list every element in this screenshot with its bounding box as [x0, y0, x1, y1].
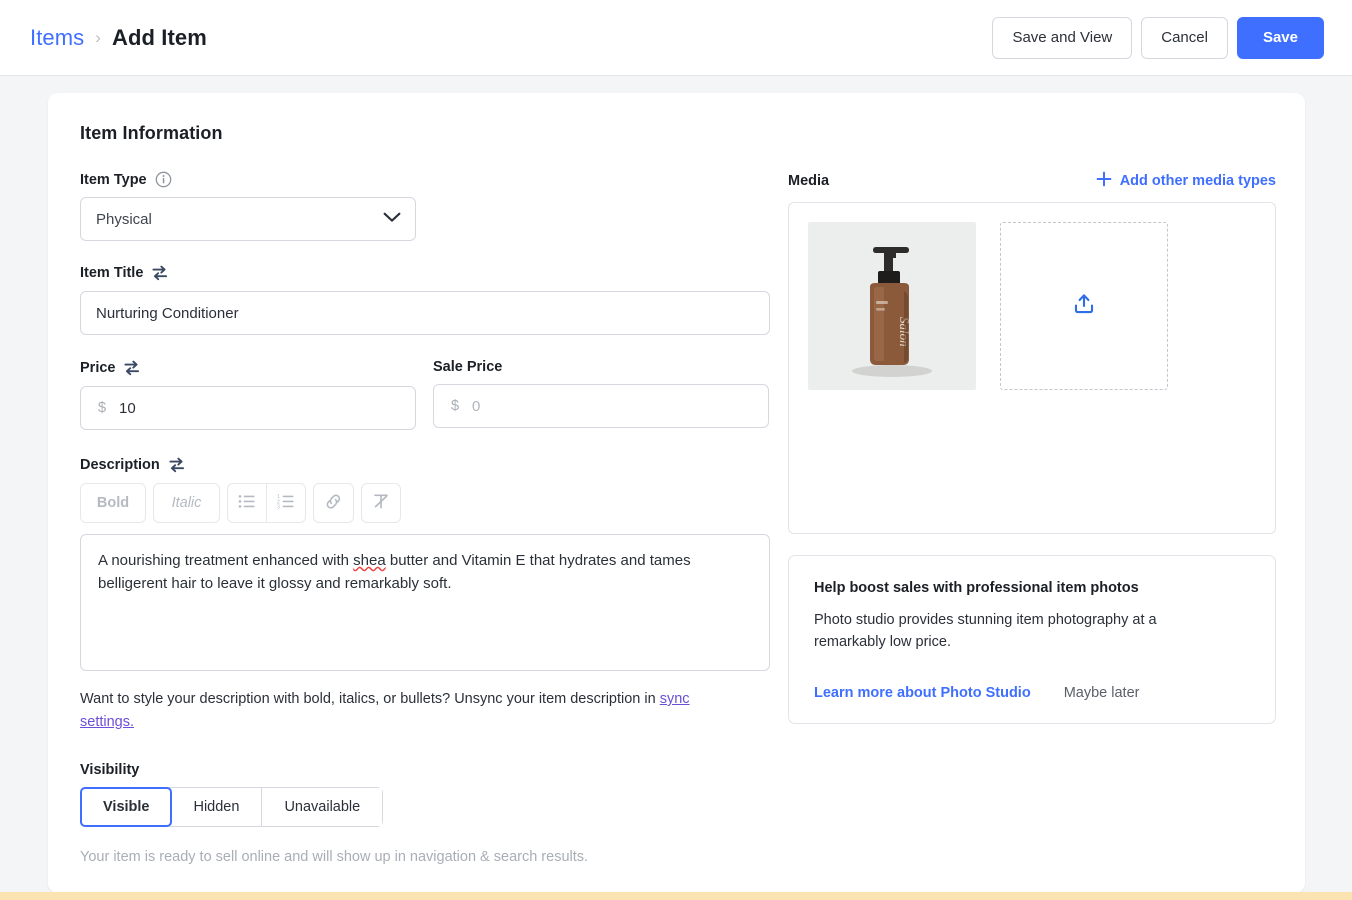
bottom-notification-banner: [0, 892, 1352, 900]
sale-price-field: Sale Price $: [433, 359, 769, 430]
product-photo-thumbnail[interactable]: Salon: [808, 222, 976, 390]
visibility-note: Your item is ready to sell online and wi…: [80, 849, 770, 865]
price-input-wrap: $: [80, 386, 416, 430]
item-information-card: Item Information Item Type: [48, 93, 1305, 893]
misspelled-word: shea: [353, 552, 386, 569]
card-heading: Item Information: [80, 123, 1273, 144]
top-bar: Items › Add Item Save and View Cancel Sa…: [0, 0, 1352, 76]
breadcrumb-separator-icon: ›: [95, 29, 101, 46]
promo-body: Photo studio provides stunning item phot…: [814, 610, 1192, 654]
clear-formatting-icon: [372, 493, 390, 514]
cancel-button[interactable]: Cancel: [1141, 17, 1228, 59]
description-text-part-1: A nourishing treatment enhanced with: [98, 552, 353, 569]
item-title-input[interactable]: [80, 291, 770, 335]
numbered-list-icon: 1 2 3: [277, 494, 295, 513]
description-label: Description: [80, 457, 160, 473]
plus-icon: [1096, 171, 1112, 191]
upload-icon: [1072, 292, 1096, 321]
promo-title: Help boost sales with professional item …: [814, 580, 1250, 596]
media-panel: Salon: [788, 202, 1276, 534]
price-field: Price $: [80, 359, 416, 430]
visibility-option-hidden[interactable]: Hidden: [171, 788, 262, 826]
form-column: Item Type Physical: [80, 171, 770, 865]
sync-hint-prefix: Want to style your description with bold…: [80, 691, 660, 707]
breadcrumb: Items › Add Item: [30, 25, 207, 51]
description-toolbar: Bold Italic: [80, 483, 770, 523]
top-bar-actions: Save and View Cancel Save: [992, 17, 1324, 59]
item-type-field: Item Type Physical: [80, 171, 770, 241]
price-input[interactable]: [80, 386, 416, 430]
save-and-view-button[interactable]: Save and View: [992, 17, 1132, 59]
media-header: Media Add other media types: [788, 171, 1276, 191]
promo-actions: Learn more about Photo Studio Maybe late…: [814, 685, 1250, 701]
sync-hint-text: Want to style your description with bold…: [80, 688, 740, 733]
bulleted-list-button[interactable]: [227, 483, 267, 523]
add-other-media-types-button[interactable]: Add other media types: [1096, 171, 1276, 191]
price-label-row: Price: [80, 359, 416, 377]
item-type-select-wrap: Physical: [80, 197, 416, 241]
description-field: Description Bold Italic: [80, 456, 770, 671]
visibility-segmented-control: Visible Hidden Unavailable: [80, 787, 383, 827]
visibility-option-unavailable[interactable]: Unavailable: [262, 788, 382, 826]
add-other-media-types-label: Add other media types: [1120, 173, 1276, 189]
maybe-later-button[interactable]: Maybe later: [1064, 685, 1140, 701]
item-type-label: Item Type: [80, 172, 147, 188]
sale-price-label: Sale Price: [433, 359, 502, 375]
item-type-select[interactable]: Physical: [80, 197, 416, 241]
sync-arrows-icon[interactable]: [168, 456, 186, 474]
bold-button[interactable]: Bold: [80, 483, 146, 523]
bottle-illustration: Salon: [832, 231, 952, 381]
sale-price-input-wrap: $: [433, 384, 769, 428]
item-title-label-row: Item Title: [80, 264, 770, 282]
media-column: Media Add other media types: [788, 171, 1276, 865]
description-textarea[interactable]: A nourishing treatment enhanced with she…: [80, 534, 770, 671]
item-type-label-row: Item Type: [80, 171, 770, 188]
sync-arrows-icon[interactable]: [123, 359, 141, 377]
link-chain-icon: [324, 493, 343, 514]
clear-formatting-button[interactable]: [361, 483, 401, 523]
link-button[interactable]: [313, 483, 354, 523]
media-upload-dropzone[interactable]: [1000, 222, 1168, 390]
page-title: Add Item: [112, 25, 207, 51]
visibility-label-row: Visibility: [80, 762, 770, 778]
visibility-field: Visibility Visible Hidden Unavailable Yo…: [80, 762, 770, 865]
page-body: Item Information Item Type: [0, 76, 1352, 900]
numbered-list-button[interactable]: 1 2 3: [266, 483, 306, 523]
item-title-field: Item Title: [80, 264, 770, 335]
price-row: Price $: [80, 359, 770, 430]
svg-text:3: 3: [277, 504, 280, 509]
description-label-row: Description: [80, 456, 770, 474]
sale-price-label-row: Sale Price: [433, 359, 769, 375]
photo-studio-promo-card: Help boost sales with professional item …: [788, 555, 1276, 724]
list-button-group: 1 2 3: [227, 483, 306, 523]
sale-price-input[interactable]: [433, 384, 769, 428]
bulleted-list-icon: [238, 494, 256, 513]
save-button[interactable]: Save: [1237, 17, 1324, 59]
visibility-label: Visibility: [80, 762, 139, 778]
media-title: Media: [788, 173, 829, 189]
price-label: Price: [80, 360, 115, 376]
sync-arrows-icon[interactable]: [151, 264, 169, 282]
learn-more-photo-studio-link[interactable]: Learn more about Photo Studio: [814, 685, 1031, 701]
italic-button[interactable]: Italic: [153, 483, 220, 523]
visibility-option-visible[interactable]: Visible: [80, 787, 172, 827]
info-circle-icon[interactable]: [155, 171, 172, 188]
breadcrumb-link-items[interactable]: Items: [30, 25, 84, 51]
item-title-label: Item Title: [80, 265, 143, 281]
